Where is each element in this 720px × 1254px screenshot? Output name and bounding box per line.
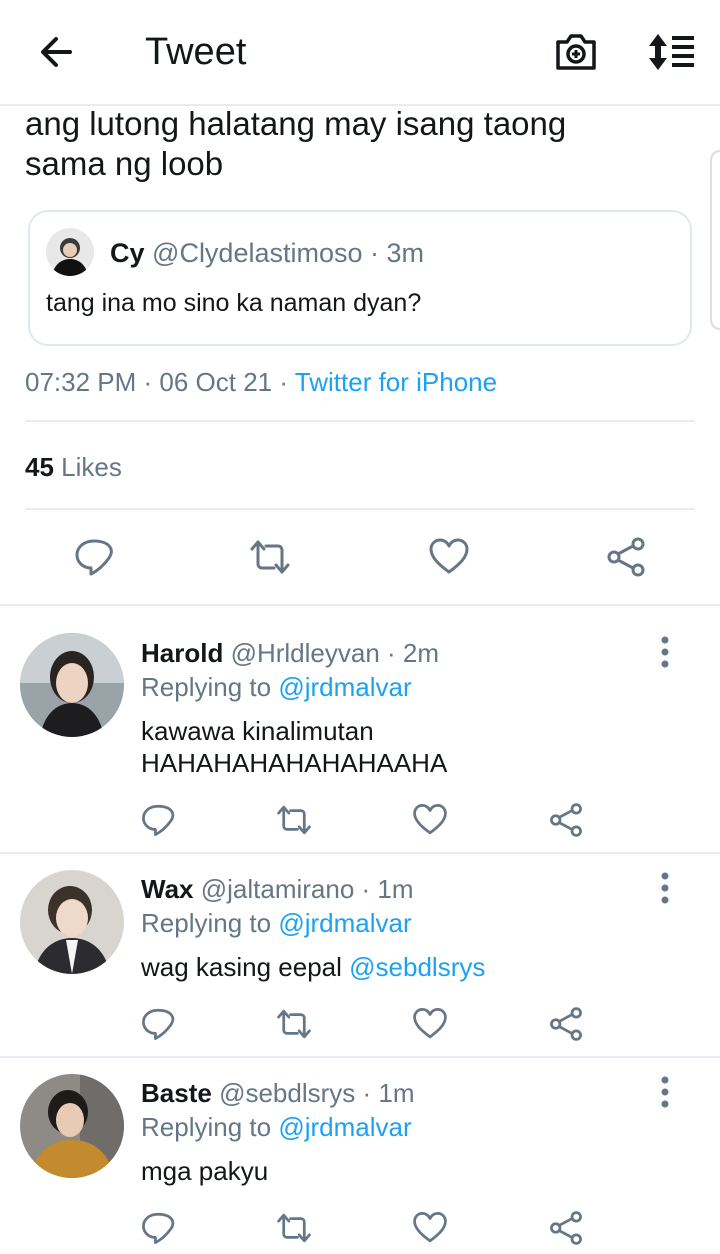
author-name[interactable]: Wax xyxy=(141,874,194,904)
replying-label: Replying to xyxy=(141,908,272,938)
likes-count[interactable]: 45 Likes xyxy=(25,450,122,484)
top-app-bar: Tweet xyxy=(0,0,720,106)
replying-label: Replying to xyxy=(141,672,272,702)
reply-icon[interactable] xyxy=(73,536,115,578)
divider xyxy=(25,508,695,510)
reply-tweet[interactable]: Harold @Hrldleyvan · 2m Replying to @jrd… xyxy=(0,606,720,852)
like-icon[interactable] xyxy=(412,802,448,838)
reply-icon[interactable] xyxy=(140,802,176,838)
replying-to: Replying to @jrdmalvar xyxy=(141,906,412,940)
like-icon[interactable] xyxy=(412,1210,448,1246)
retweet-icon[interactable] xyxy=(276,1006,312,1042)
tweet-timestamp: 07:32 PM · 06 Oct 21 · xyxy=(25,367,289,397)
avatar[interactable] xyxy=(20,1074,124,1178)
replying-label: Replying to xyxy=(141,1112,272,1142)
reply-text: mga pakyu xyxy=(141,1156,269,1186)
tweet-text-line: ang lutong halatang may isang taong xyxy=(25,105,567,142)
reply-author: Baste @sebdlsrys · 1m xyxy=(141,1076,415,1110)
tweet-time: · 1m xyxy=(362,1078,415,1108)
reply-text: kawawa kinalimutan xyxy=(141,716,374,746)
avatar[interactable] xyxy=(46,228,94,276)
reply-tweet[interactable]: Baste @sebdlsrys · 1m Replying to @jrdma… xyxy=(0,1058,720,1254)
quoted-text: tang ina mo sino ka naman dyan? xyxy=(46,289,422,317)
sort-icon[interactable] xyxy=(644,28,700,76)
author-name[interactable]: Cy xyxy=(110,238,145,268)
mention-link[interactable]: @jrdmalvar xyxy=(278,672,411,702)
mention-link[interactable]: @jrdmalvar xyxy=(278,908,411,938)
scroll-edge xyxy=(710,150,720,330)
tweet-meta: 07:32 PM · 06 Oct 21 · Twitter for iPhon… xyxy=(25,365,497,399)
share-icon[interactable] xyxy=(548,1210,584,1246)
share-icon[interactable] xyxy=(605,536,647,578)
like-icon[interactable] xyxy=(412,1006,448,1042)
reply-icon[interactable] xyxy=(140,1210,176,1246)
replying-to: Replying to @jrdmalvar xyxy=(141,670,412,704)
quoted-tweet[interactable]: Cy @Clydelastimoso · 3m tang ina mo sino… xyxy=(28,210,692,346)
reply-text-body: wag kasing eepal xyxy=(141,952,342,982)
camera-icon[interactable] xyxy=(550,28,602,76)
retweet-icon[interactable] xyxy=(276,802,312,838)
like-icon[interactable] xyxy=(428,536,470,578)
reply-text: HAHAHAHAHAHAHAAHA xyxy=(141,748,448,778)
more-icon[interactable] xyxy=(650,632,680,672)
avatar[interactable] xyxy=(20,870,124,974)
tweet-time: · 2m xyxy=(387,638,440,668)
reply-icon[interactable] xyxy=(140,1006,176,1042)
avatar[interactable] xyxy=(20,633,124,737)
author-handle[interactable]: @jaltamirano xyxy=(201,874,355,904)
likes-label: Likes xyxy=(61,452,122,482)
reply-author: Wax @jaltamirano · 1m xyxy=(141,872,414,906)
tweet-time: · 1m xyxy=(361,874,414,904)
author-handle[interactable]: @sebdlsrys xyxy=(219,1078,355,1108)
author-handle[interactable]: @Hrldleyvan xyxy=(231,638,380,668)
author-name[interactable]: Baste xyxy=(141,1078,212,1108)
retweet-icon[interactable] xyxy=(276,1210,312,1246)
reply-author: Harold @Hrldleyvan · 2m xyxy=(141,636,439,670)
tweet-source-link[interactable]: Twitter for iPhone xyxy=(295,367,497,397)
back-arrow-icon[interactable] xyxy=(30,28,82,76)
tweet-text: ang lutong halatang may isang taong sama… xyxy=(25,104,685,184)
share-icon[interactable] xyxy=(548,1006,584,1042)
divider xyxy=(25,420,695,422)
quoted-author: Cy @Clydelastimoso · 3m xyxy=(110,236,424,270)
page-title: Tweet xyxy=(145,31,247,73)
mention-link[interactable]: @jrdmalvar xyxy=(278,1112,411,1142)
share-icon[interactable] xyxy=(548,802,584,838)
tweet-time: · 3m xyxy=(370,238,425,268)
reply-text: wag kasing eepal @sebdlsrys xyxy=(141,950,485,984)
retweet-icon[interactable] xyxy=(249,536,291,578)
more-icon[interactable] xyxy=(650,1072,680,1112)
author-name[interactable]: Harold xyxy=(141,638,223,668)
author-handle[interactable]: @Clydelastimoso xyxy=(152,238,362,268)
replying-to: Replying to @jrdmalvar xyxy=(141,1110,412,1144)
tweet-text-line: sama ng loob xyxy=(25,145,224,182)
mention-link[interactable]: @sebdlsrys xyxy=(349,952,485,982)
likes-number: 45 xyxy=(25,452,54,482)
reply-tweet[interactable]: Wax @jaltamirano · 1m Replying to @jrdma… xyxy=(0,854,720,1056)
more-icon[interactable] xyxy=(650,868,680,908)
